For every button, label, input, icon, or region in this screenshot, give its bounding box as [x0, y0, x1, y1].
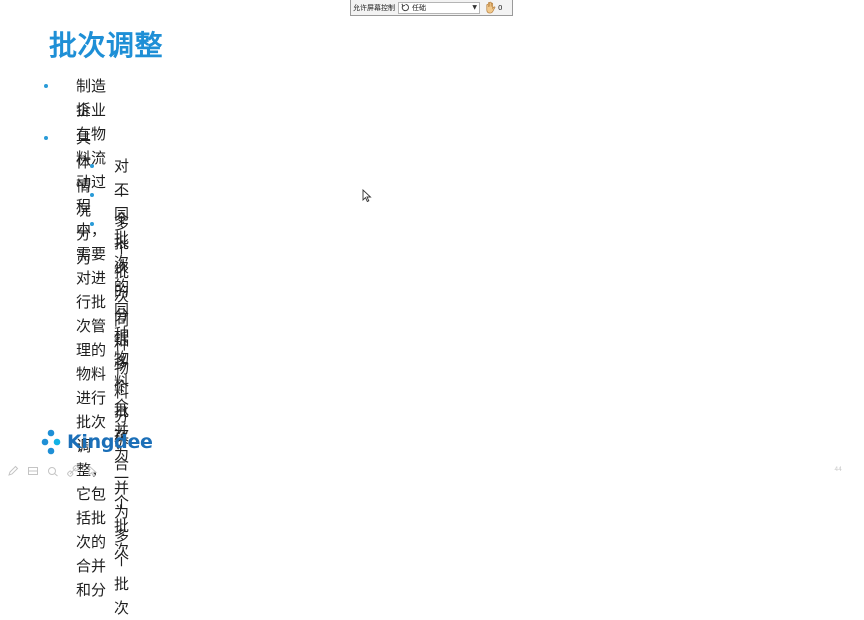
- raise-hand-count: 0: [498, 3, 503, 12]
- bullet-item-continuation: 拆: [76, 101, 92, 119]
- sub-bullet-dot: [90, 164, 94, 168]
- bullet-item: 具体情况分为: [76, 129, 92, 267]
- sub-bullet-dot: [90, 222, 94, 226]
- page-number: 44: [834, 466, 842, 473]
- link-icon[interactable]: [66, 464, 80, 478]
- logo-text: Kingdee: [67, 431, 153, 453]
- bullet-dot: [44, 136, 48, 140]
- control-mode-dropdown[interactable]: 任础 ▼: [398, 1, 480, 14]
- bullet-dot: [44, 84, 48, 88]
- presentation-tools: [6, 464, 100, 478]
- chevron-down-icon: ▼: [472, 4, 477, 11]
- slides-grid-icon[interactable]: [26, 464, 40, 478]
- control-mode-value: 任础: [412, 3, 426, 12]
- sub-bullet-item: 多个批次同种物料分拆合并为多个批次: [114, 215, 130, 617]
- pointer-icon[interactable]: [86, 464, 100, 478]
- remote-control-toolbar: 允许屏幕控制 任础 ▼ 0: [350, 0, 513, 16]
- refresh-icon: [401, 3, 409, 12]
- sub-bullet-dot: [90, 193, 94, 197]
- zoom-icon[interactable]: [46, 464, 60, 478]
- mouse-cursor-icon: [362, 189, 372, 203]
- pen-icon[interactable]: [6, 464, 20, 478]
- screen-control-label: 允许屏幕控制: [353, 3, 395, 12]
- kingdee-dots-icon: [41, 429, 61, 455]
- slide-title: 批次调整: [49, 29, 164, 62]
- raise-hand-icon[interactable]: [483, 1, 497, 14]
- kingdee-logo: Kingdee: [41, 428, 153, 456]
